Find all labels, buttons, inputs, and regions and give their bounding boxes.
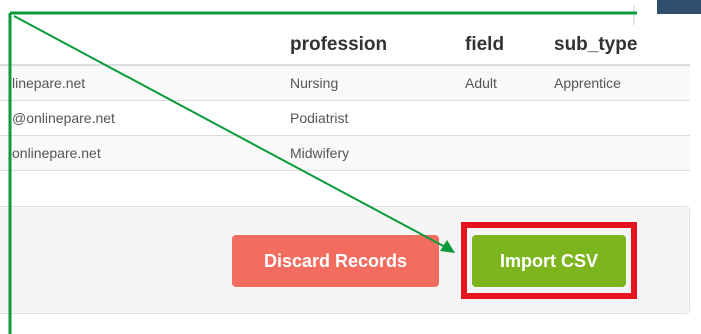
table-row: linepare.net Nursing Adult Apprentice [0,64,690,101]
cell-field [465,135,554,171]
cell-profession: Nursing [290,64,465,101]
table-header-row: profession field sub_type [0,26,690,66]
cell-field [465,100,554,136]
cell-sub-type: Apprentice [554,64,690,101]
import-csv-button[interactable]: Import CSV [472,235,626,287]
column-header-field: field [465,26,554,66]
column-header-profession: profession [290,26,465,66]
top-right-partial-element [657,0,701,14]
cell-profession: Midwifery [290,135,465,171]
cell-email: linepare.net [0,64,290,101]
header-divider [633,5,635,25]
records-table: profession field sub_type linepare.net N… [0,26,690,171]
cell-field: Adult [465,64,554,101]
cell-profession: Podiatrist [290,100,465,136]
discard-records-button[interactable]: Discard Records [232,235,439,287]
table-row: onlinepare.net Midwifery [0,135,690,171]
column-header-email [0,26,290,66]
screenshot-stage: profession field sub_type linepare.net N… [0,0,701,334]
cell-email: onlinepare.net [0,135,290,171]
cell-email: @onlinepare.net [0,100,290,136]
cell-sub-type [554,135,690,171]
table-row: @onlinepare.net Podiatrist [0,100,690,136]
cell-sub-type [554,100,690,136]
column-header-sub-type: sub_type [554,26,690,66]
